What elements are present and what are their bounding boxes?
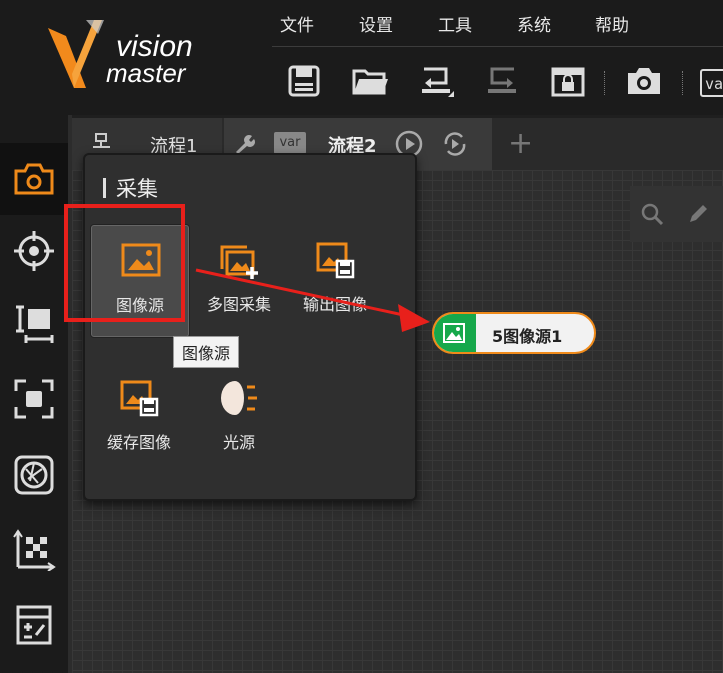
tool-output-image[interactable]: 输出图像 bbox=[287, 225, 383, 335]
open-folder-icon bbox=[352, 69, 388, 95]
image-source-node[interactable]: 5图像源1 bbox=[432, 312, 596, 354]
toolbar: va bbox=[272, 47, 723, 115]
image-icon bbox=[443, 323, 465, 343]
cache-image-icon bbox=[120, 380, 159, 417]
export-icon bbox=[488, 67, 516, 93]
toolbar-separator bbox=[682, 71, 684, 95]
lock-button[interactable] bbox=[546, 59, 590, 103]
sidebar bbox=[0, 115, 68, 673]
tooltip: 图像源 bbox=[173, 336, 240, 368]
sidebar-item-logic[interactable] bbox=[0, 589, 68, 661]
sidebar-item-calibrate[interactable] bbox=[0, 439, 68, 511]
sidebar-item-recognize[interactable] bbox=[0, 363, 68, 435]
aperture-icon bbox=[14, 455, 54, 495]
toolbar-separator bbox=[604, 71, 606, 95]
export-button[interactable] bbox=[480, 59, 524, 103]
calculator-icon bbox=[16, 605, 52, 645]
tool-multi-image[interactable]: 多图采集 bbox=[191, 225, 287, 335]
search-icon[interactable] bbox=[640, 202, 664, 226]
camera-icon bbox=[14, 163, 54, 195]
canvas-toolbar bbox=[630, 186, 723, 242]
save-button[interactable] bbox=[282, 59, 326, 103]
menu-settings[interactable]: 设置 bbox=[359, 11, 393, 36]
var-icon: var bbox=[274, 132, 306, 154]
tool-light-source[interactable]: 光源 bbox=[191, 363, 287, 473]
menu-bar: 文件 设置 工具 系统 帮助 bbox=[272, 0, 723, 47]
tool-cache-image[interactable]: 缓存图像 bbox=[91, 363, 187, 473]
pencil-icon[interactable] bbox=[686, 202, 710, 226]
sidebar-item-alignment[interactable] bbox=[0, 513, 68, 585]
light-source-icon bbox=[221, 381, 257, 415]
menu-system[interactable]: 系统 bbox=[517, 11, 551, 36]
node-icon-badge bbox=[434, 314, 476, 352]
camera-button[interactable] bbox=[622, 59, 666, 103]
popup-title: 采集 bbox=[103, 173, 158, 203]
import-button[interactable] bbox=[414, 59, 458, 103]
selection-highlight bbox=[64, 204, 185, 322]
variable-button[interactable]: va bbox=[700, 69, 723, 97]
target-icon bbox=[14, 231, 54, 271]
import-icon bbox=[422, 67, 454, 97]
focus-icon bbox=[14, 379, 54, 419]
sidebar-item-measure[interactable] bbox=[0, 287, 68, 359]
loop-icon[interactable] bbox=[440, 129, 470, 159]
open-button[interactable] bbox=[348, 59, 392, 103]
vision-master-logo: vision master bbox=[48, 20, 193, 88]
menu-file[interactable]: 文件 bbox=[280, 11, 314, 36]
app-header: vision master 文件 设置 工具 系统 帮助 va bbox=[0, 0, 723, 115]
multi-image-icon bbox=[220, 245, 258, 279]
measure-icon bbox=[16, 305, 54, 343]
svg-text:master: master bbox=[106, 58, 187, 88]
sidebar-item-locate[interactable] bbox=[0, 215, 68, 287]
output-image-icon bbox=[316, 242, 355, 279]
sidebar-item-acquisition[interactable] bbox=[0, 143, 68, 215]
camera-icon bbox=[628, 68, 660, 94]
add-tab-button[interactable]: + bbox=[508, 126, 533, 161]
menu-tools[interactable]: 工具 bbox=[438, 11, 472, 36]
menu-help[interactable]: 帮助 bbox=[595, 11, 629, 36]
lock-icon bbox=[551, 67, 585, 97]
calibration-icon bbox=[13, 529, 56, 571]
save-icon bbox=[288, 65, 320, 97]
node-label: 5图像源1 bbox=[492, 327, 563, 346]
